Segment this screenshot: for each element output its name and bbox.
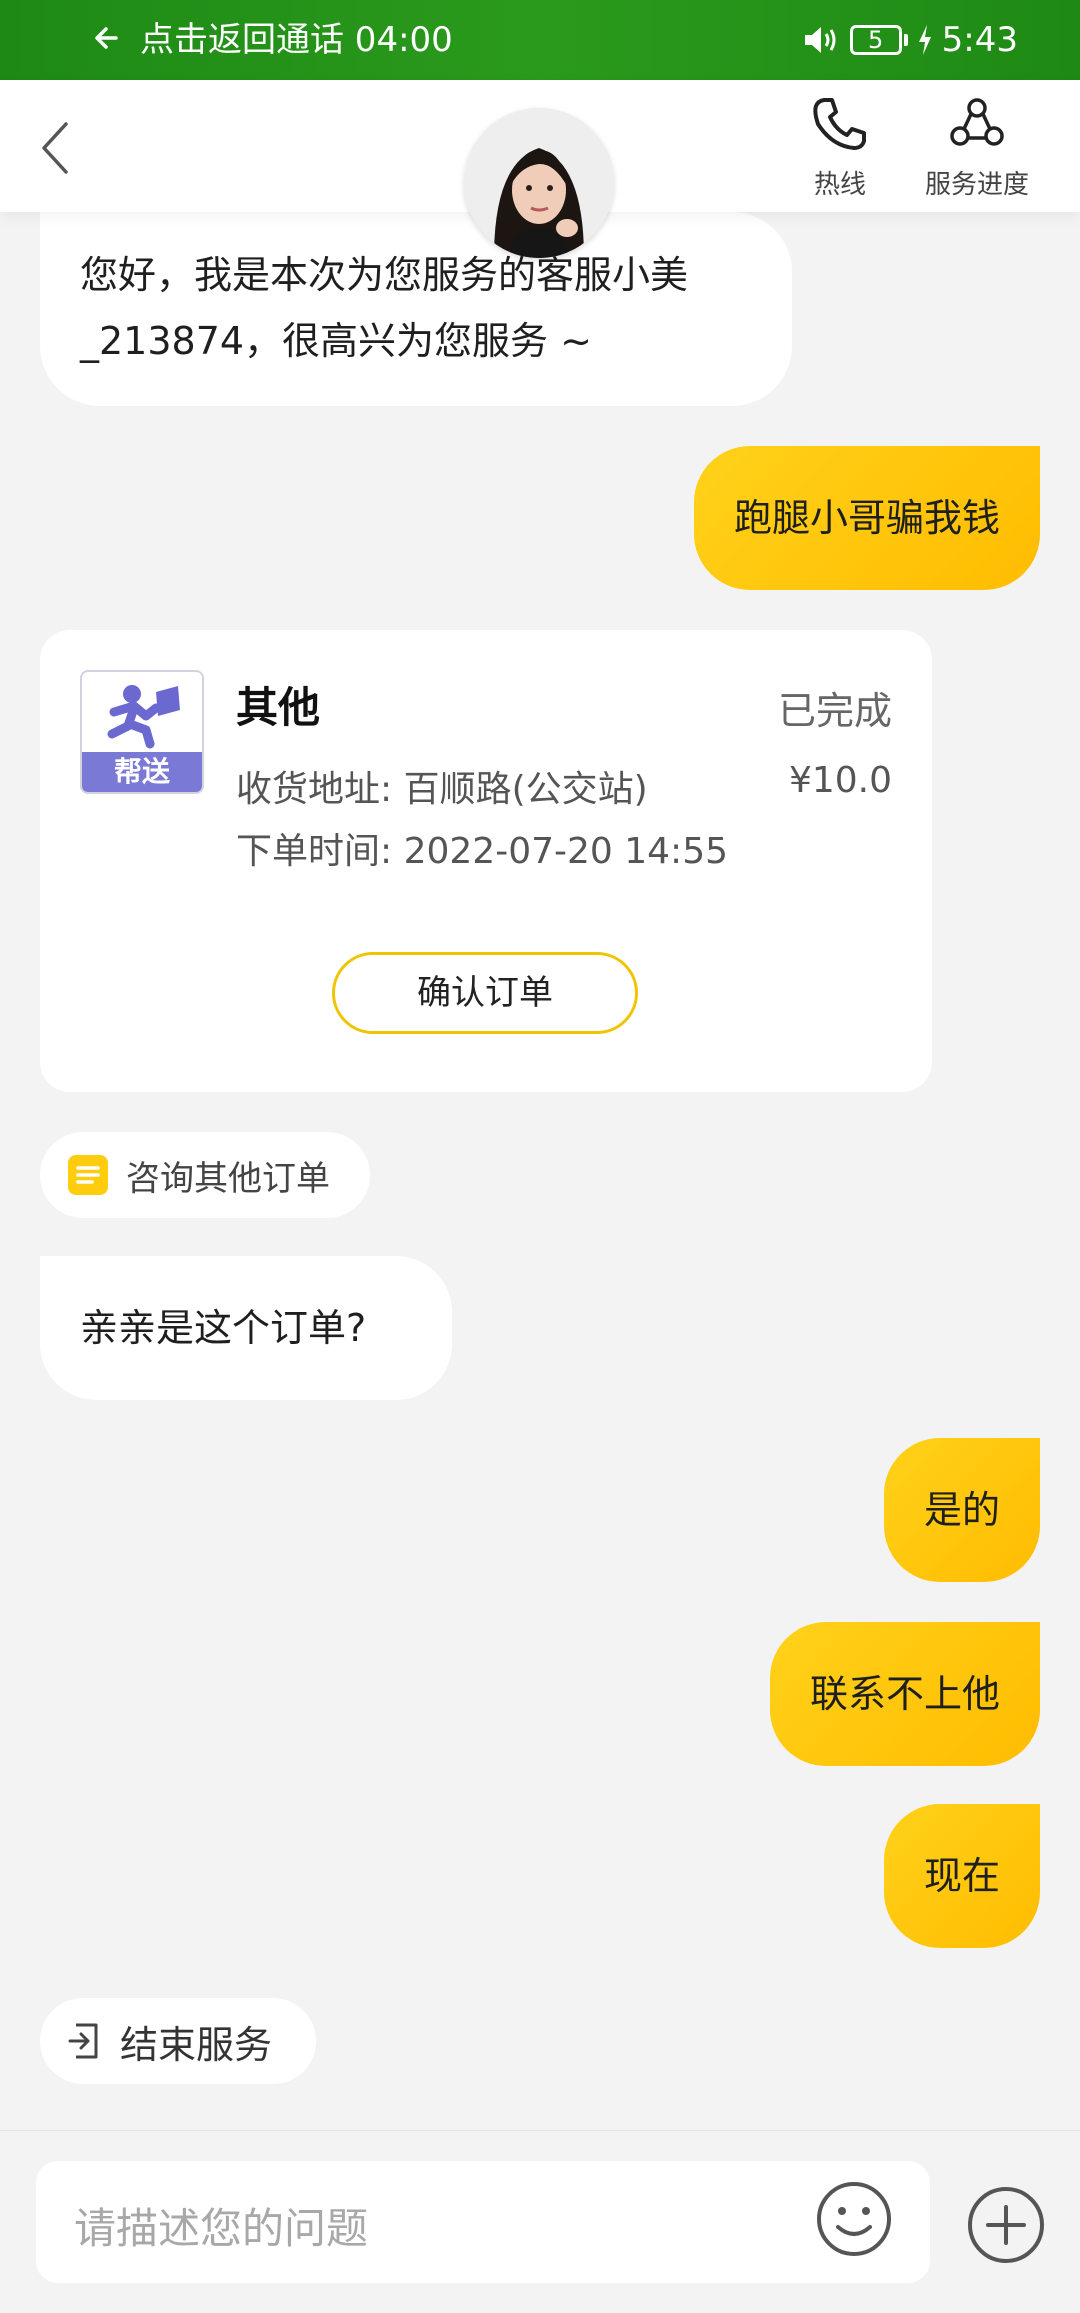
battery-tip: [903, 34, 908, 46]
back-chevron-icon[interactable]: [36, 116, 76, 180]
address-label: 收货地址:: [236, 769, 393, 810]
volume-icon: [804, 27, 836, 53]
agent-greeting-message: 您好，我是本次为您服务的客服小美_213874，很高兴为您服务 ~: [40, 212, 792, 406]
service-progress-button[interactable]: 服务进度: [912, 94, 1042, 201]
return-arrow-icon: [95, 27, 118, 49]
chat-header: 热线 服务进度: [0, 80, 1080, 258]
progress-network-icon: [950, 98, 1004, 146]
time-value: 2022-07-20 14:55: [403, 831, 728, 872]
user-message: 是的: [883, 1438, 1040, 1582]
message-input-placeholder: 请描述您的问题: [74, 2204, 369, 2253]
order-status: 已完成: [777, 689, 892, 733]
runner-icon: [107, 685, 180, 749]
phone-icon: [813, 98, 866, 150]
consult-other-orders-chip[interactable]: 咨询其他订单: [40, 1132, 370, 1218]
user-message: 联系不上他: [769, 1622, 1040, 1766]
order-time: 下单时间: 2022-07-20 14:55: [236, 822, 728, 874]
order-title: 其他: [236, 683, 321, 732]
return-to-call-text[interactable]: 点击返回通话 04:00: [140, 20, 453, 60]
add-attachment-icon[interactable]: [966, 2185, 1046, 2265]
order-address: 收货地址: 百顺路(公交站): [236, 760, 648, 812]
consult-other-orders-label: 咨询其他订单: [126, 1158, 330, 1199]
user-message: 跑腿小哥骗我钱: [693, 446, 1040, 590]
battery-level: 5: [868, 26, 884, 54]
order-icon-label: 帮送: [82, 752, 202, 792]
errand-delivery-icon: 帮送: [80, 670, 204, 794]
message-input[interactable]: 请描述您的问题: [36, 2161, 930, 2283]
charging-icon: [918, 25, 931, 55]
end-service-label: 结束服务: [120, 2022, 273, 2067]
hotline-label: 热线: [813, 170, 866, 200]
status-bar[interactable]: 点击返回通话 04:00 5 5:43: [0, 0, 1080, 80]
input-bar: 请描述您的问题: [0, 2130, 1080, 2313]
time-label: 下单时间:: [236, 831, 393, 872]
exit-icon: [68, 2023, 98, 2059]
progress-label: 服务进度: [924, 170, 1029, 200]
order-price: ¥10.0: [788, 760, 892, 801]
agent-message: 亲亲是这个订单?: [40, 1256, 452, 1400]
order-card[interactable]: 帮送 其他 已完成 收货地址: 百顺路(公交站) ¥10.0 下单时间: 202…: [40, 630, 932, 1092]
status-icons: 5 5:43: [802, 20, 1018, 60]
battery-icon: 5: [849, 25, 902, 55]
confirm-order-button[interactable]: 确认订单: [332, 952, 638, 1034]
document-icon: [68, 1155, 108, 1195]
clock: 5:43: [941, 20, 1018, 60]
address-value: 百顺路(公交站): [403, 769, 648, 810]
emoji-icon[interactable]: [814, 2179, 894, 2259]
user-message: 现在: [883, 1804, 1040, 1948]
agent-portrait: [464, 108, 614, 258]
agent-avatar: [464, 108, 614, 258]
hotline-button[interactable]: 热线: [800, 94, 880, 201]
end-service-chip[interactable]: 结束服务: [40, 1998, 316, 2084]
